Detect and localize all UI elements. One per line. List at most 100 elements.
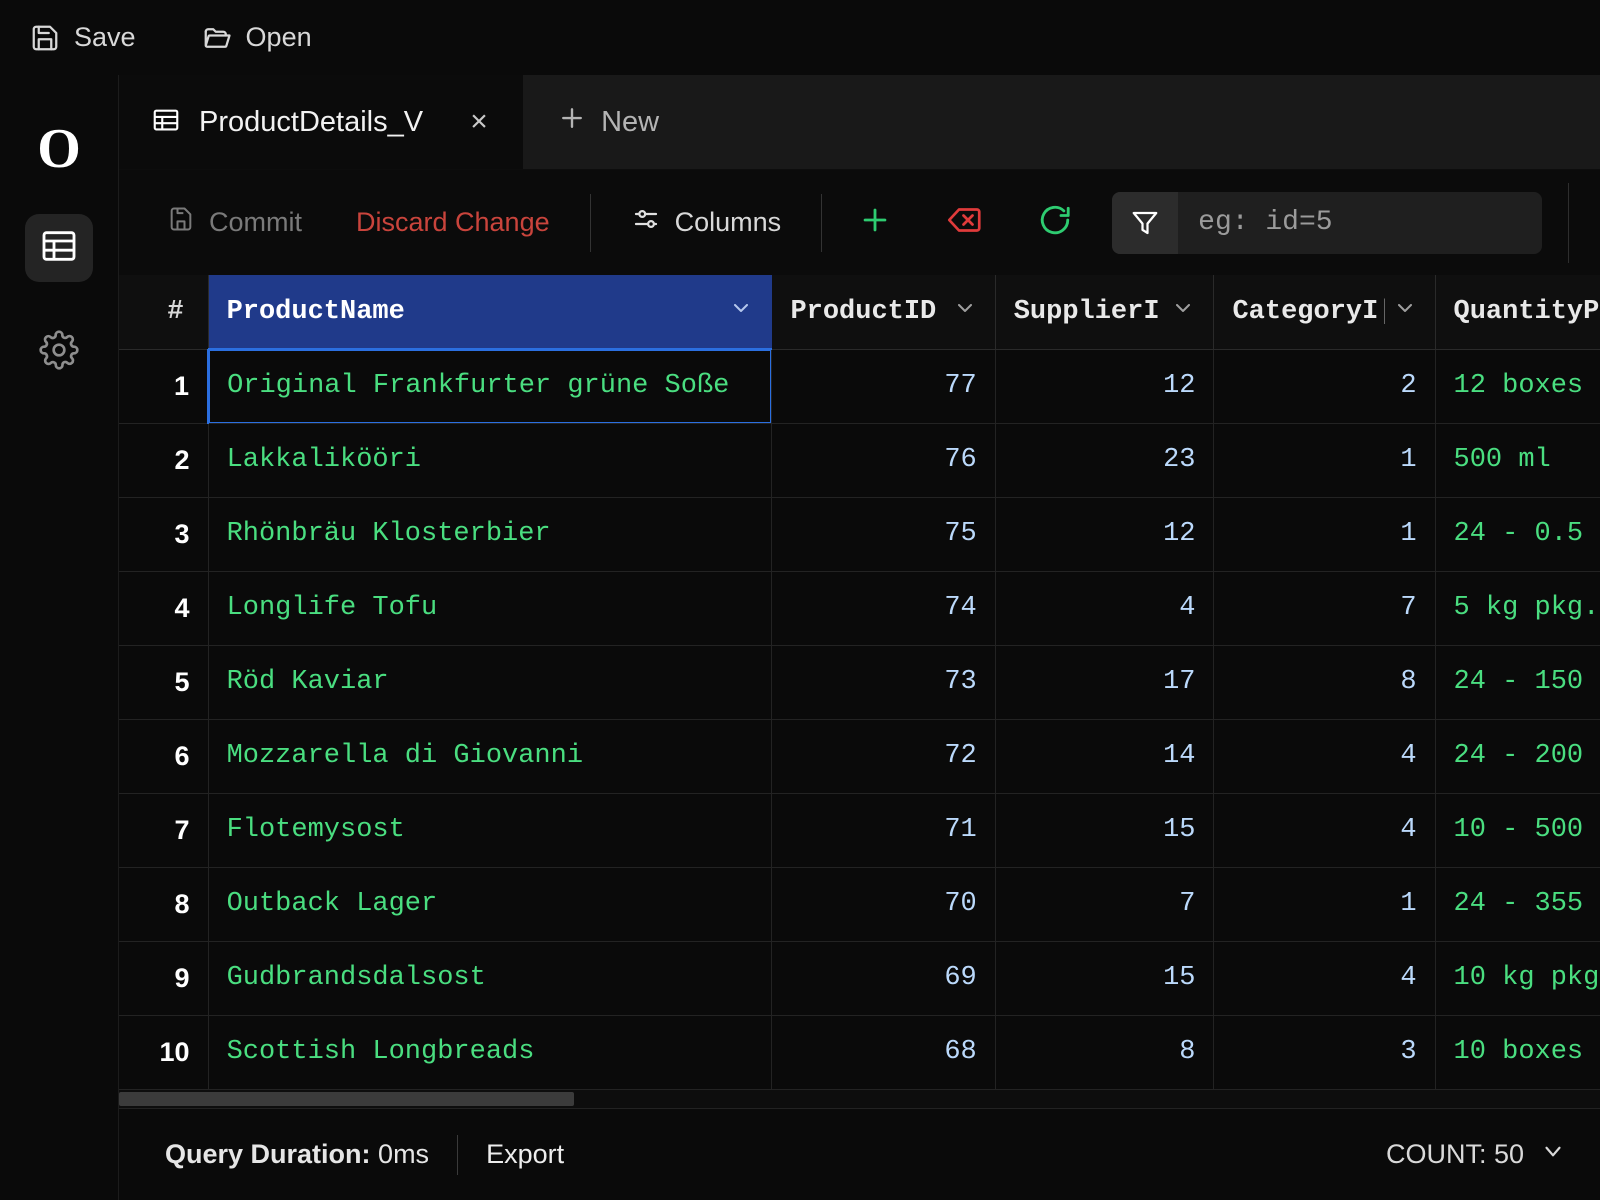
add-row-button[interactable] [844,195,906,251]
row-number[interactable]: 1 [119,349,208,423]
table-row[interactable]: 3Rhönbräu Klosterbier7512124 - 0.5 l bot… [119,497,1600,571]
new-tab-button[interactable]: New [523,75,693,169]
cell-supplieri[interactable]: 15 [995,793,1214,867]
row-number[interactable]: 6 [119,719,208,793]
table-row[interactable]: 8Outback Lager707124 - 355 ml bottles [119,867,1600,941]
cell-productid[interactable]: 77 [772,349,995,423]
cell-productid[interactable]: 72 [772,719,995,793]
close-icon[interactable]: × [463,105,495,139]
table-row[interactable]: 9Gudbrandsdalsost6915410 kg pkg. [119,941,1600,1015]
cell-categoryi[interactable]: 1 [1214,423,1435,497]
column-header-productname[interactable]: ProductName [208,275,772,349]
cell-productid[interactable]: 76 [772,423,995,497]
cell-quantityperunit[interactable]: 10 boxes x 8 pieces [1435,1015,1600,1089]
cell-productname[interactable]: Rhönbräu Klosterbier [208,497,772,571]
open-button[interactable]: Open [194,14,334,61]
delete-row-button[interactable] [934,195,996,251]
cell-productname[interactable]: Longlife Tofu [208,571,772,645]
cell-categoryi[interactable]: 4 [1214,941,1435,1015]
cell-supplieri[interactable]: 23 [995,423,1214,497]
cell-quantityperunit[interactable]: 12 boxes [1435,349,1600,423]
cell-productname[interactable]: Lakkalikööri [208,423,772,497]
cell-productid[interactable]: 74 [772,571,995,645]
column-header-supplieri[interactable]: SupplierI| [995,275,1214,349]
export-button[interactable]: Export [486,1139,564,1170]
cell-quantityperunit[interactable]: 24 - 355 ml bottles [1435,867,1600,941]
row-count-selector[interactable]: COUNT: 50 [1386,1138,1566,1171]
table-row[interactable]: 2Lakkalikööri76231500 ml [119,423,1600,497]
row-number[interactable]: 7 [119,793,208,867]
columns-button[interactable]: Columns [613,194,800,251]
cell-productname[interactable]: Scottish Longbreads [208,1015,772,1089]
column-header-productid[interactable]: ProductID [772,275,995,349]
filter-box[interactable] [1112,192,1542,254]
cell-categoryi[interactable]: 1 [1214,867,1435,941]
discard-change-button[interactable]: Discard Change [338,197,568,248]
cell-productid[interactable]: 73 [772,645,995,719]
cell-quantityperunit[interactable]: 500 ml [1435,423,1600,497]
column-header-categoryi[interactable]: CategoryI| [1214,275,1435,349]
cell-categoryi[interactable]: 1 [1214,497,1435,571]
cell-categoryi[interactable]: 4 [1214,719,1435,793]
chevron-down-icon[interactable] [953,295,977,328]
cell-supplieri[interactable]: 4 [995,571,1214,645]
cell-productid[interactable]: 71 [772,793,995,867]
refresh-button[interactable] [1024,195,1086,251]
row-number[interactable]: 2 [119,423,208,497]
cell-quantityperunit[interactable]: 5 kg pkg. [1435,571,1600,645]
cell-quantityperunit[interactable]: 24 - 0.5 l bottles [1435,497,1600,571]
cell-supplieri[interactable]: 12 [995,349,1214,423]
tab-productdetails[interactable]: ProductDetails_V × [119,75,523,169]
cell-productname[interactable]: Gudbrandsdalsost [208,941,772,1015]
row-number[interactable]: 4 [119,571,208,645]
chevron-down-icon[interactable] [1393,295,1417,328]
table-row[interactable]: 4Longlife Tofu74475 kg pkg. [119,571,1600,645]
filter-icon[interactable] [1112,192,1178,254]
table-row[interactable]: 7Flotemysost7115410 - 500 g pkgs. [119,793,1600,867]
cell-quantityperunit[interactable]: 24 - 150 g jars [1435,645,1600,719]
cell-categoryi[interactable]: 3 [1214,1015,1435,1089]
table-row[interactable]: 1Original Frankfurter grüne Soße7712212 … [119,349,1600,423]
cell-categoryi[interactable]: 8 [1214,645,1435,719]
filter-input[interactable] [1178,192,1542,254]
cell-categoryi[interactable]: 7 [1214,571,1435,645]
cell-supplieri[interactable]: 15 [995,941,1214,1015]
cell-productname[interactable]: Original Frankfurter grüne Soße [208,349,772,423]
cell-supplieri[interactable]: 14 [995,719,1214,793]
row-number[interactable]: 3 [119,497,208,571]
cell-productid[interactable]: 75 [772,497,995,571]
data-grid-container[interactable]: #ProductNameProductIDSupplierI|CategoryI… [119,275,1600,1090]
cell-quantityperunit[interactable]: 10 - 500 g pkgs. [1435,793,1600,867]
table-row[interactable]: 5Röd Kaviar7317824 - 150 g jars [119,645,1600,719]
cell-supplieri[interactable]: 8 [995,1015,1214,1089]
cell-supplieri[interactable]: 7 [995,867,1214,941]
scrollbar-thumb[interactable] [119,1092,574,1106]
cell-supplieri[interactable]: 12 [995,497,1214,571]
row-number[interactable]: 5 [119,645,208,719]
cell-productname[interactable]: Röd Kaviar [208,645,772,719]
sidebar-item-settings[interactable] [25,318,93,386]
column-header-quantityperunit[interactable]: QuantityPerUnit [1435,275,1600,349]
row-number[interactable]: 9 [119,941,208,1015]
row-number[interactable]: 8 [119,867,208,941]
table-row[interactable]: 10Scottish Longbreads688310 boxes x 8 pi… [119,1015,1600,1089]
chevron-down-icon[interactable] [729,295,753,328]
cell-quantityperunit[interactable]: 10 kg pkg. [1435,941,1600,1015]
table-row[interactable]: 6Mozzarella di Giovanni7214424 - 200 g p… [119,719,1600,793]
cell-productid[interactable]: 68 [772,1015,995,1089]
sidebar-item-table-view[interactable] [25,214,93,282]
cell-categoryi[interactable]: 2 [1214,349,1435,423]
cell-productid[interactable]: 69 [772,941,995,1015]
cell-productname[interactable]: Mozzarella di Giovanni [208,719,772,793]
commit-button[interactable]: Commit [149,195,320,250]
cell-quantityperunit[interactable]: 24 - 200 g pkgs. [1435,719,1600,793]
chevron-down-icon[interactable] [1171,295,1195,328]
save-button[interactable]: Save [22,14,158,61]
cell-supplieri[interactable]: 17 [995,645,1214,719]
cell-productname[interactable]: Flotemysost [208,793,772,867]
cell-categoryi[interactable]: 4 [1214,793,1435,867]
horizontal-scrollbar[interactable] [119,1090,1600,1108]
row-number[interactable]: 10 [119,1015,208,1089]
cell-productname[interactable]: Outback Lager [208,867,772,941]
cell-productid[interactable]: 70 [772,867,995,941]
